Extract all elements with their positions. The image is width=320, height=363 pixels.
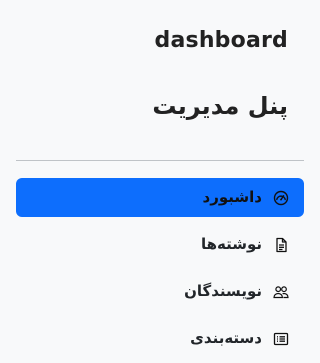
- speedometer-icon: [272, 189, 290, 207]
- brand-english-title: dashboard: [154, 28, 288, 53]
- panel-title: پنل مدیریت: [152, 92, 288, 120]
- sidebar-nav: داشبورد نوشته‌ها نویسندگا: [16, 178, 304, 363]
- nav-item-dashboard[interactable]: داشبورد: [16, 178, 304, 217]
- nav-item-label: نوشته‌ها: [200, 235, 262, 253]
- nav-item-label: داشبورد: [202, 188, 262, 206]
- sidebar: dashboard پنل مدیریت داشبورد: [0, 0, 320, 363]
- people-icon: [272, 283, 290, 301]
- nav-item-authors[interactable]: نویسندگان: [16, 272, 304, 311]
- divider: [16, 160, 304, 161]
- document-icon: [272, 236, 290, 254]
- list-icon: [272, 330, 290, 348]
- nav-item-categories[interactable]: دسته‌بندی: [16, 319, 304, 358]
- nav-item-label: دسته‌بندی: [190, 329, 262, 347]
- nav-item-label: نویسندگان: [184, 282, 262, 300]
- nav-item-posts[interactable]: نوشته‌ها: [16, 225, 304, 264]
